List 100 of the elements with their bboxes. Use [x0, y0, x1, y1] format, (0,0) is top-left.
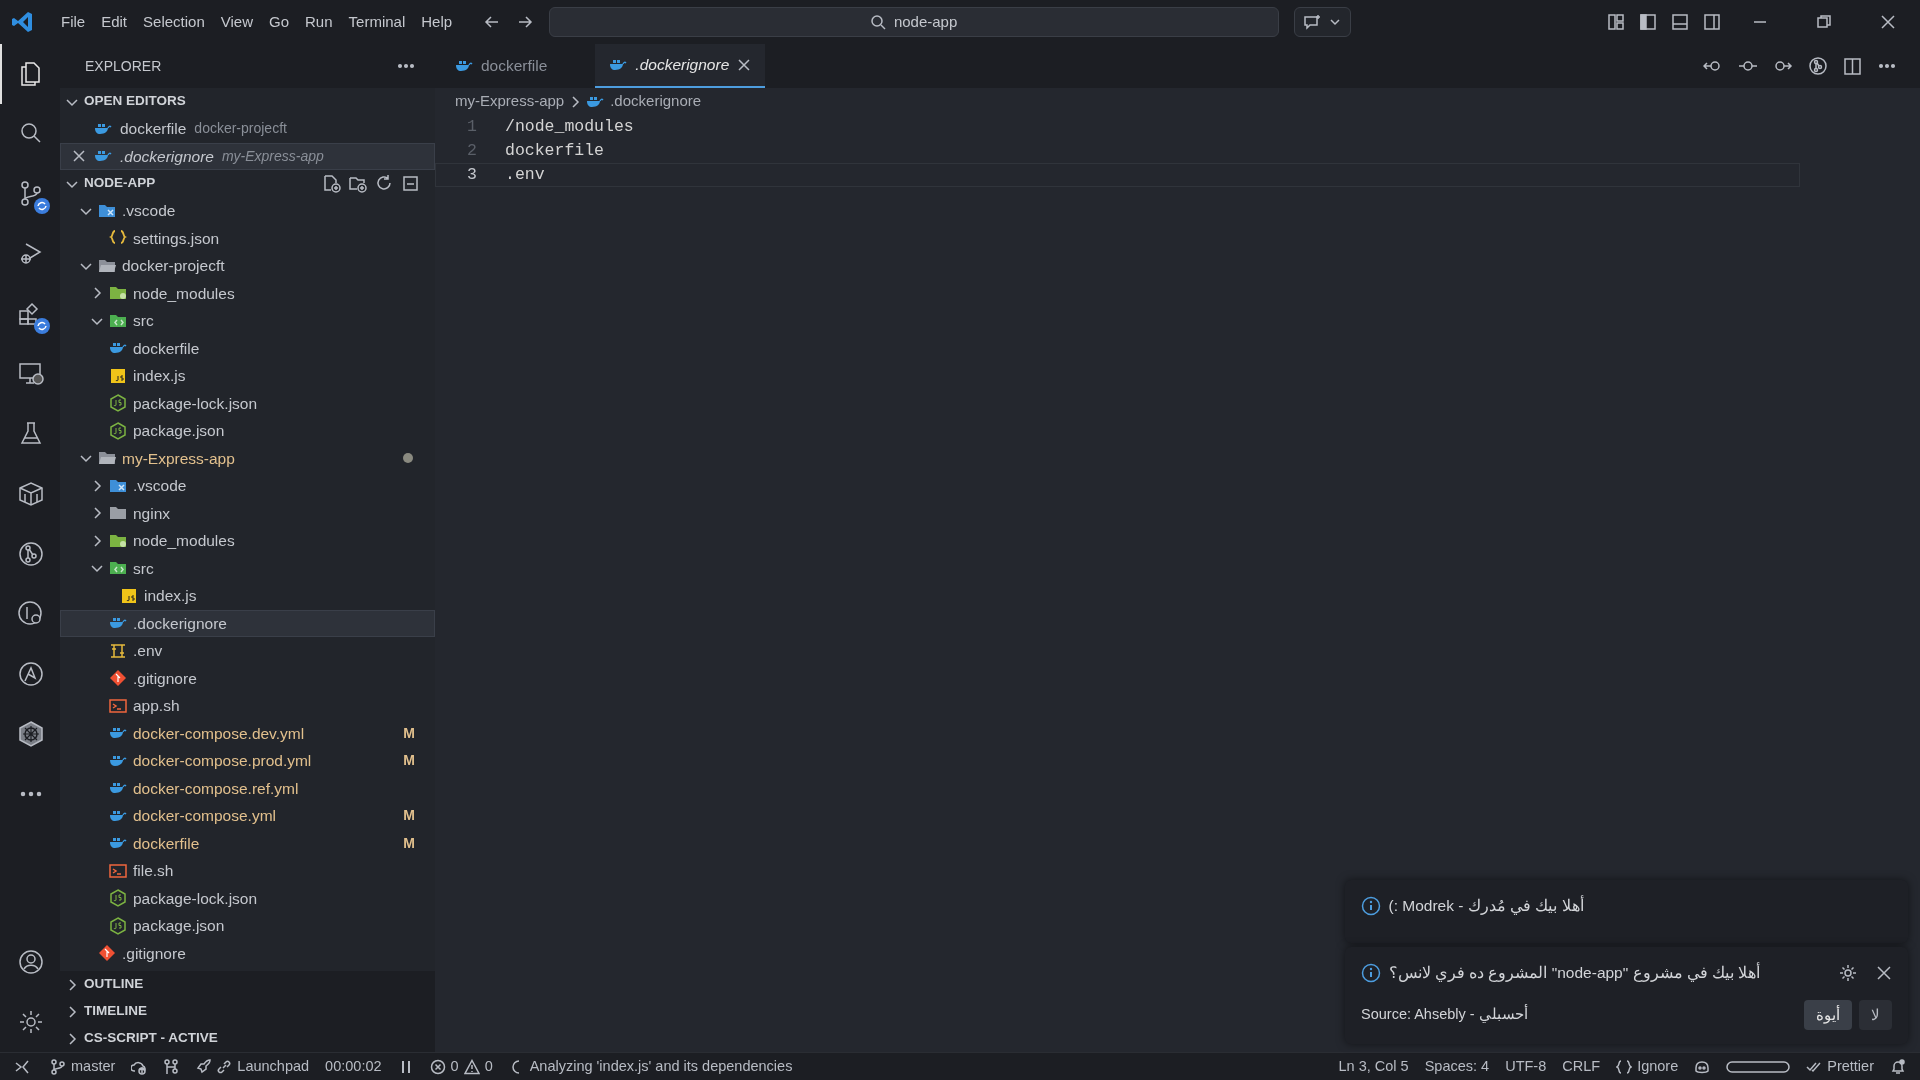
sliders-icon [109, 641, 127, 660]
refresh-icon[interactable] [374, 174, 394, 193]
restore-icon[interactable] [1816, 14, 1832, 30]
git-compare-icon[interactable] [1807, 57, 1828, 75]
notification-action-button[interactable]: لا [1859, 999, 1892, 1030]
cursor-position[interactable]: Ln 3, Col 5 [1330, 1055, 1417, 1078]
secondary-sidebar-icon[interactable] [1703, 13, 1721, 31]
collapse-all-icon[interactable] [401, 174, 420, 193]
section-header[interactable]: OPEN EDITORS [60, 88, 435, 115]
explorer-row[interactable]: settings.json [60, 224, 435, 252]
file-name: settings.json [133, 228, 220, 249]
explorer-row[interactable]: .gitignore [60, 664, 435, 692]
file-name: docker-compose.dev.yml [133, 723, 305, 744]
info-icon [1361, 962, 1381, 983]
notification-message: أهلا بيك في مشروع "node-app" المشروع ده فري لانس؟ [1388, 961, 1762, 984]
explorer-folder-row[interactable]: node_modules [60, 279, 435, 307]
layout-icon[interactable] [1607, 13, 1625, 31]
explorer-row[interactable]: .dockerignore [60, 609, 435, 637]
explorer-folder-row[interactable]: .vscode [60, 472, 435, 500]
open-editor-item[interactable]: dockerfile docker-projecft [60, 115, 435, 143]
explorer-row[interactable]: app.sh [60, 692, 435, 720]
section-header[interactable]: TIMELINE [60, 998, 435, 1025]
explorer-folder-row[interactable]: nginx [60, 499, 435, 527]
breadcrumb-item[interactable]: my-Express-app [455, 90, 565, 113]
indentation-status[interactable]: Spaces: 4 [1416, 1055, 1498, 1078]
file-name: .dockerignore [133, 613, 227, 634]
menu-item[interactable]: Go [261, 6, 297, 38]
explorer-row[interactable]: .env [60, 637, 435, 665]
notification-action-button[interactable]: أيوة [1803, 999, 1852, 1030]
account-icon[interactable] [17, 948, 45, 976]
sidebar-title: EXPLORER [85, 56, 162, 76]
explorer-row[interactable]: package-lock.json [60, 389, 435, 417]
command-center-field[interactable]: node-app [548, 7, 1279, 37]
menu-item[interactable]: Terminal [340, 6, 414, 38]
explorer-folder-row[interactable]: src [60, 554, 435, 582]
link-icon [216, 1058, 233, 1075]
launchpad-status[interactable]: Launchpad [187, 1055, 318, 1078]
panel-toggle-icon[interactable] [1671, 13, 1689, 31]
git-diamond-icon [98, 944, 116, 963]
explorer-row[interactable]: package.json [60, 912, 435, 940]
explorer-row[interactable]: dockerfile [60, 334, 435, 362]
explorer-row[interactable]: docker-compose.yml M [60, 802, 435, 830]
explorer-folder-row[interactable]: node_modules [60, 527, 435, 555]
search-icon [869, 14, 886, 30]
explorer-folder-row[interactable]: my-Express-app [60, 444, 435, 472]
explorer-row[interactable]: docker-compose.ref.yml [60, 774, 435, 802]
explorer-row[interactable]: index.js [60, 582, 435, 610]
formatter-status[interactable]: Prettier [1798, 1055, 1882, 1078]
menu-item[interactable]: File [53, 6, 94, 38]
explorer-row[interactable]: index.js [60, 362, 435, 390]
explorer-row[interactable]: .gitignore [60, 939, 435, 967]
explorer-folder-row[interactable]: docker-projecft [60, 252, 435, 280]
explorer-row[interactable]: dockerfile M [60, 829, 435, 857]
branch-status[interactable]: master [42, 1055, 124, 1078]
menu-item[interactable]: Run [297, 6, 341, 38]
explorer-row[interactable]: package.json [60, 417, 435, 445]
breadcrumb-item[interactable]: .dockerignore [610, 90, 702, 113]
settings-icon[interactable] [1838, 963, 1857, 982]
chat-button[interactable] [1293, 7, 1352, 37]
explorer-row[interactable]: docker-compose.dev.yml M [60, 719, 435, 747]
line-ending-status[interactable]: CRLF [1554, 1055, 1609, 1078]
file-name: package.json [133, 421, 225, 442]
section-header[interactable]: CS-SCRIPT - ACTIVE [60, 1025, 435, 1052]
file-name: nginx [133, 503, 171, 524]
timer-status[interactable]: 00:00:02 [317, 1055, 390, 1078]
settings-icon[interactable] [17, 1008, 45, 1036]
encoding-status[interactable]: UTF-8 [1497, 1055, 1555, 1078]
section-header[interactable]: NODE-APP [60, 170, 435, 197]
close-icon[interactable] [1880, 14, 1896, 30]
letter-a-icon[interactable] [17, 660, 45, 688]
open-editor-item[interactable]: .dockerignore my-Express-app [60, 142, 435, 170]
explorer-row[interactable]: file.sh [60, 857, 435, 885]
problems-status[interactable]: 0 0 [421, 1055, 501, 1078]
monitor-icon[interactable] [17, 360, 45, 388]
file-name: .dockerignore [120, 146, 214, 167]
explorer-folder-row[interactable]: src [60, 307, 435, 335]
helm-wheel-icon[interactable] [17, 720, 45, 748]
section-header[interactable]: OUTLINE [60, 971, 435, 998]
menu-item[interactable]: Edit [93, 6, 136, 38]
sidebar-toggle-icon[interactable] [1639, 13, 1657, 31]
chat-sparkle-icon [1302, 14, 1321, 30]
close-icon[interactable] [737, 58, 752, 72]
editor-tab[interactable]: .dockerignore [595, 44, 766, 88]
graph-search-icon[interactable] [17, 600, 45, 628]
menu-item[interactable]: Help [413, 6, 461, 38]
box-icon[interactable] [17, 480, 45, 508]
explorer-folder-row[interactable]: .vscode [60, 197, 435, 225]
app-logo-icon [11, 10, 33, 34]
close-icon[interactable] [1876, 964, 1892, 981]
graph-icon[interactable] [17, 540, 45, 568]
new-folder-icon[interactable] [348, 174, 367, 193]
menu-item[interactable]: View [212, 6, 261, 38]
new-file-icon[interactable] [321, 174, 341, 193]
close-icon[interactable] [72, 149, 86, 164]
file-name: docker-compose.prod.yml [133, 751, 312, 772]
explorer-row[interactable]: package-lock.json [60, 884, 435, 912]
split-editor-icon[interactable] [1842, 57, 1863, 75]
menu-item[interactable]: Selection [135, 6, 213, 38]
language-mode[interactable]: Ignore [1608, 1055, 1687, 1078]
explorer-row[interactable]: docker-compose.prod.yml M [60, 747, 435, 775]
